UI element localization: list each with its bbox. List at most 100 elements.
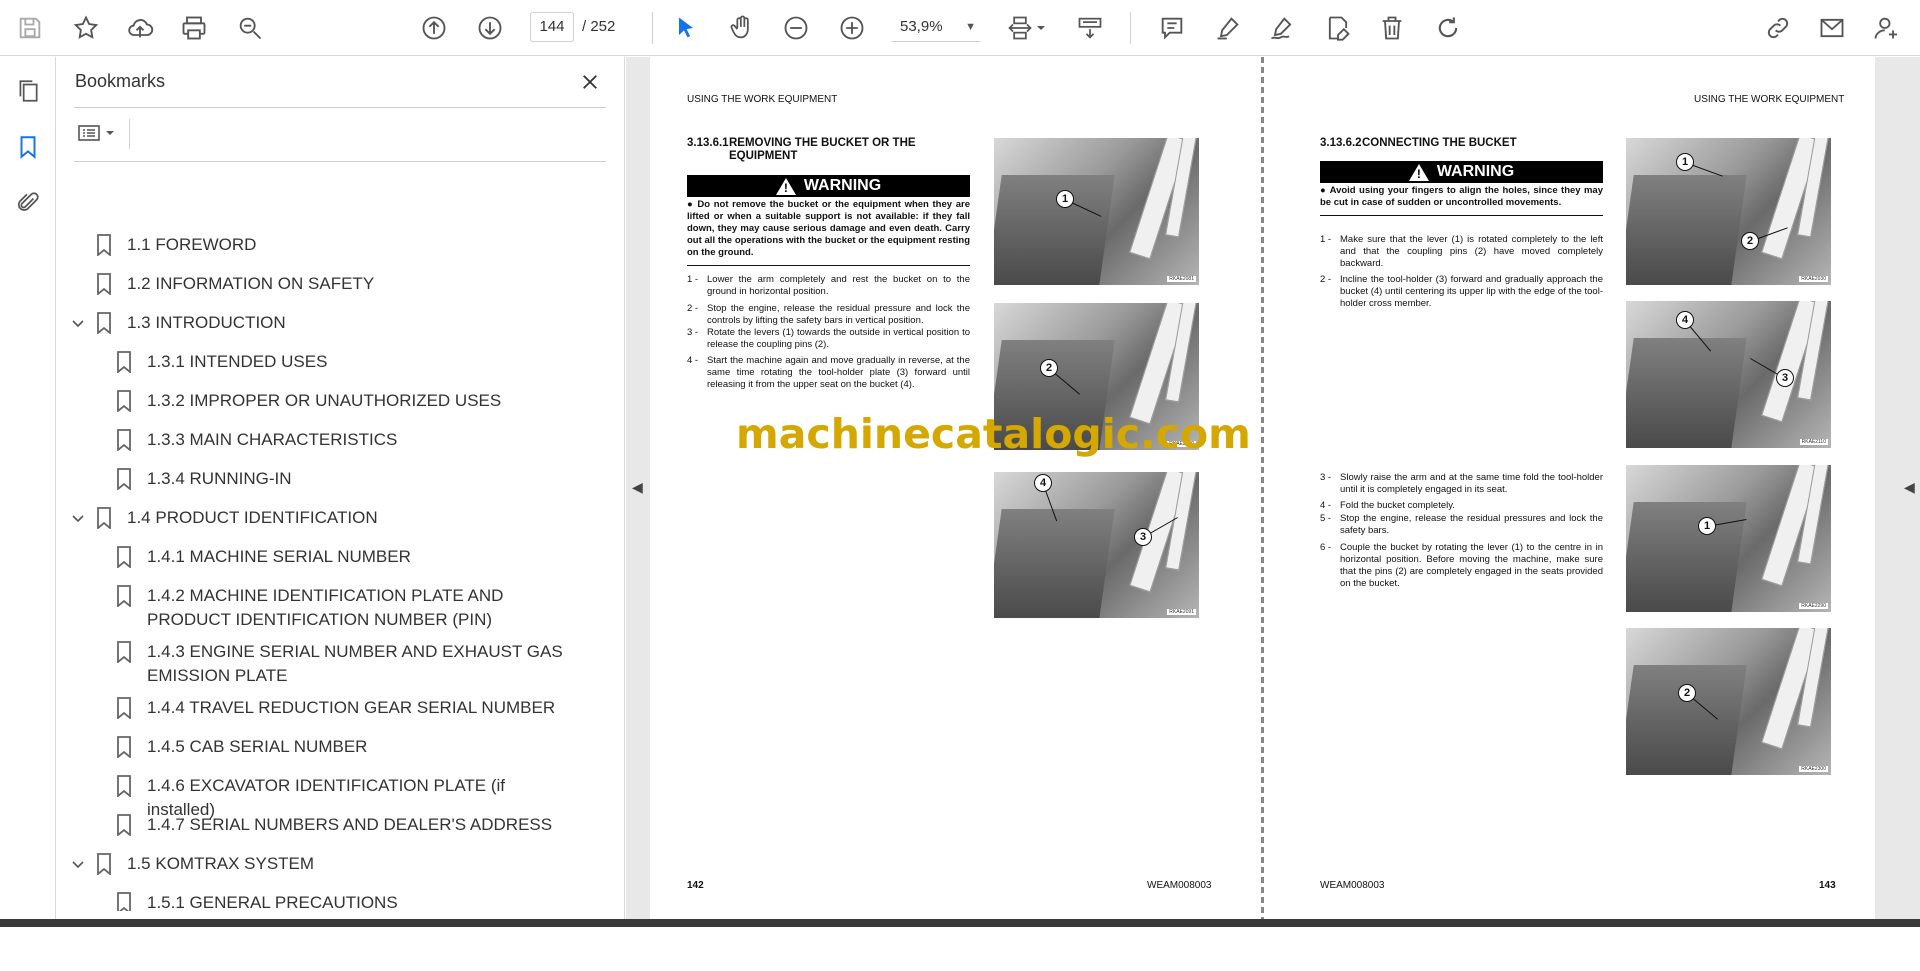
step-number: 1 - — [1320, 234, 1332, 245]
star-icon[interactable] — [70, 12, 102, 44]
bookmark-item[interactable]: 1.4.2 MACHINE IDENTIFICATION PLATE AND P… — [115, 584, 565, 632]
delete-icon[interactable] — [1376, 12, 1408, 44]
page-down-icon[interactable] — [474, 12, 506, 44]
bookmark-item[interactable]: 1.5.1 GENERAL PRECAUTIONS — [115, 891, 565, 911]
sign-icon[interactable] — [1266, 12, 1298, 44]
fit-page-icon[interactable] — [1004, 12, 1036, 44]
collapse-left-arrow-icon[interactable]: ◀ — [632, 479, 646, 499]
bookmark-list: 1.1 FOREWORD 1.2 INFORMATION ON SAFETY 1.3… — [57, 165, 597, 911]
step-number: 1 - — [687, 274, 699, 285]
warning-banner: ! WARNING — [687, 175, 970, 197]
bookmark-icon — [97, 273, 111, 295]
bookmark-item[interactable]: 1.3.4 RUNNING-IN — [115, 467, 565, 491]
panel-title: Bookmarks — [75, 71, 166, 91]
bookmark-item[interactable]: 1.4.4 TRAVEL REDUCTION GEAR SERIAL NUMBE… — [115, 696, 565, 720]
callout-label: 2 — [1741, 232, 1759, 250]
bookmark-item[interactable]: 1.3.3 MAIN CHARACTERISTICS — [115, 428, 565, 452]
warning-triangle-icon: ! — [1408, 163, 1429, 181]
chevron-down-icon[interactable] — [1034, 12, 1048, 44]
bookmark-icon — [117, 429, 131, 451]
page-number: 142 — [687, 880, 704, 891]
zoom-out-icon[interactable] — [780, 12, 812, 44]
bookmarks-panel: Bookmarks 1.1 FOREWORD 1.2 INFORMATION ON… — [57, 57, 661, 919]
instruction-step: 6 - Couple the bucket by rotating the lev… — [1320, 542, 1603, 590]
bookmark-icon — [117, 736, 131, 758]
account-icon[interactable] — [1870, 12, 1902, 44]
chevron-down-icon[interactable] — [71, 317, 85, 331]
zoom-in-icon[interactable] — [836, 12, 868, 44]
chevron-down-icon: ▼ — [965, 21, 976, 33]
instruction-step: 2 - Incline the tool-holder (3) forward a… — [1320, 274, 1603, 310]
collapse-right-arrow-icon[interactable]: ◀ — [1904, 479, 1918, 499]
bookmark-icon — [97, 507, 111, 529]
bookmark-item[interactable]: 1.4 PRODUCT IDENTIFICATION — [95, 506, 565, 530]
bookmark-item[interactable]: 1.3.2 IMPROPER OR UNAUTHORIZED USES — [115, 389, 565, 413]
edit-pdf-icon[interactable] — [1322, 12, 1354, 44]
document-code: WEAM008003 — [1320, 880, 1385, 891]
pages-thumbnail-icon[interactable] — [12, 75, 44, 107]
bookmark-item[interactable]: 1.5 KOMTRAX SYSTEM — [95, 852, 565, 876]
step-text: Slowly raise the arm and at the same tim… — [1340, 472, 1603, 495]
instruction-step: 2 - Stop the engine, release the residual… — [687, 303, 970, 327]
select-cursor-icon[interactable] — [670, 12, 702, 44]
comment-icon[interactable] — [1156, 12, 1188, 44]
warning-label: WARNING — [803, 177, 882, 194]
equipment-photo: 4 3 RKAE2110 — [1626, 301, 1831, 448]
print-icon[interactable] — [178, 12, 210, 44]
page-number-input[interactable]: 144 — [530, 12, 574, 42]
bookmark-options-button[interactable] — [77, 119, 125, 147]
photo-code: RKAE2110 — [1799, 439, 1828, 445]
bookmark-label: 1.1 FOREWORD — [127, 235, 257, 254]
zoom-search-icon[interactable] — [234, 12, 266, 44]
toolbar-separator — [652, 12, 653, 44]
attachment-icon[interactable] — [12, 187, 44, 219]
photo-code: RKAE2300 — [1799, 766, 1828, 772]
warning-triangle-icon: ! — [775, 177, 796, 195]
page-up-icon[interactable] — [418, 12, 450, 44]
step-text: Stop the engine, release the residual pr… — [707, 303, 970, 326]
bookmark-label: 1.3.3 MAIN CHARACTERISTICS — [147, 430, 398, 449]
step-number: 5 - — [1320, 513, 1332, 524]
rotate-icon[interactable] — [1432, 12, 1464, 44]
bookmark-item[interactable]: 1.1 FOREWORD — [95, 233, 565, 257]
instruction-step: 4 - Fold the bucket completely. — [1320, 500, 1603, 512]
warning-banner: ! WARNING — [1320, 161, 1603, 183]
instruction-step: 3 - Rotate the levers (1) towards the out… — [687, 327, 970, 351]
list-options-icon — [78, 125, 100, 141]
panel-divider — [74, 107, 606, 108]
bookmark-label: 1.4.5 CAB SERIAL NUMBER — [147, 737, 368, 756]
upload-icon[interactable] — [124, 12, 156, 44]
bookmark-item[interactable]: 1.4.3 ENGINE SERIAL NUMBER AND EXHAUST G… — [115, 640, 565, 688]
photo-code: RKAE2091 — [1167, 609, 1196, 615]
step-text: Rotate the levers (1) towards the outsid… — [707, 327, 970, 350]
bookmark-item[interactable]: 1.3 INTRODUCTION — [95, 311, 565, 335]
step-text: Make sure that the lever (1) is rotated … — [1340, 234, 1603, 269]
bottom-status-strip — [0, 919, 1920, 927]
close-icon[interactable] — [577, 69, 603, 95]
bookmark-icon — [117, 546, 131, 568]
bookmark-item[interactable]: 1.3.1 INTENDED USES — [115, 350, 565, 374]
email-icon[interactable] — [1816, 12, 1848, 44]
hand-icon[interactable] — [726, 12, 758, 44]
instruction-step: 5 - Stop the engine, release the residual… — [1320, 513, 1603, 537]
document-page-right: USING THE WORK EQUIPMENT 3.13.6.2 CONNEC… — [1264, 57, 1875, 919]
bookmark-item[interactable]: 1.4.1 MACHINE SERIAL NUMBER — [115, 545, 565, 569]
zoom-level-value: 53,9% — [900, 18, 943, 35]
zoom-level-select[interactable]: 53,9% ▼ — [892, 12, 980, 42]
bookmark-item[interactable]: 1.4.7 SERIAL NUMBERS AND DEALER'S ADDRES… — [115, 813, 565, 837]
page-header: USING THE WORK EQUIPMENT — [687, 94, 838, 105]
bookmark-icon — [97, 234, 111, 256]
bookmark-panel-icon[interactable] — [12, 131, 44, 163]
callout-label: 1 — [1056, 190, 1074, 208]
section-title-line2: EQUIPMENT — [729, 150, 798, 162]
highlight-icon[interactable] — [1212, 12, 1244, 44]
document-view: ◀ ◀ USING THE WORK EQUIPMENT 3.13.6.1 RE… — [626, 57, 1920, 919]
save-icon[interactable] — [14, 12, 46, 44]
scroll-mode-icon[interactable] — [1074, 12, 1106, 44]
bookmark-icon — [117, 697, 131, 719]
chevron-down-icon[interactable] — [71, 858, 85, 872]
bookmark-item[interactable]: 1.2 INFORMATION ON SAFETY — [95, 272, 565, 296]
chevron-down-icon[interactable] — [71, 512, 85, 526]
bookmark-item[interactable]: 1.4.5 CAB SERIAL NUMBER — [115, 735, 565, 759]
share-link-icon[interactable] — [1762, 12, 1794, 44]
